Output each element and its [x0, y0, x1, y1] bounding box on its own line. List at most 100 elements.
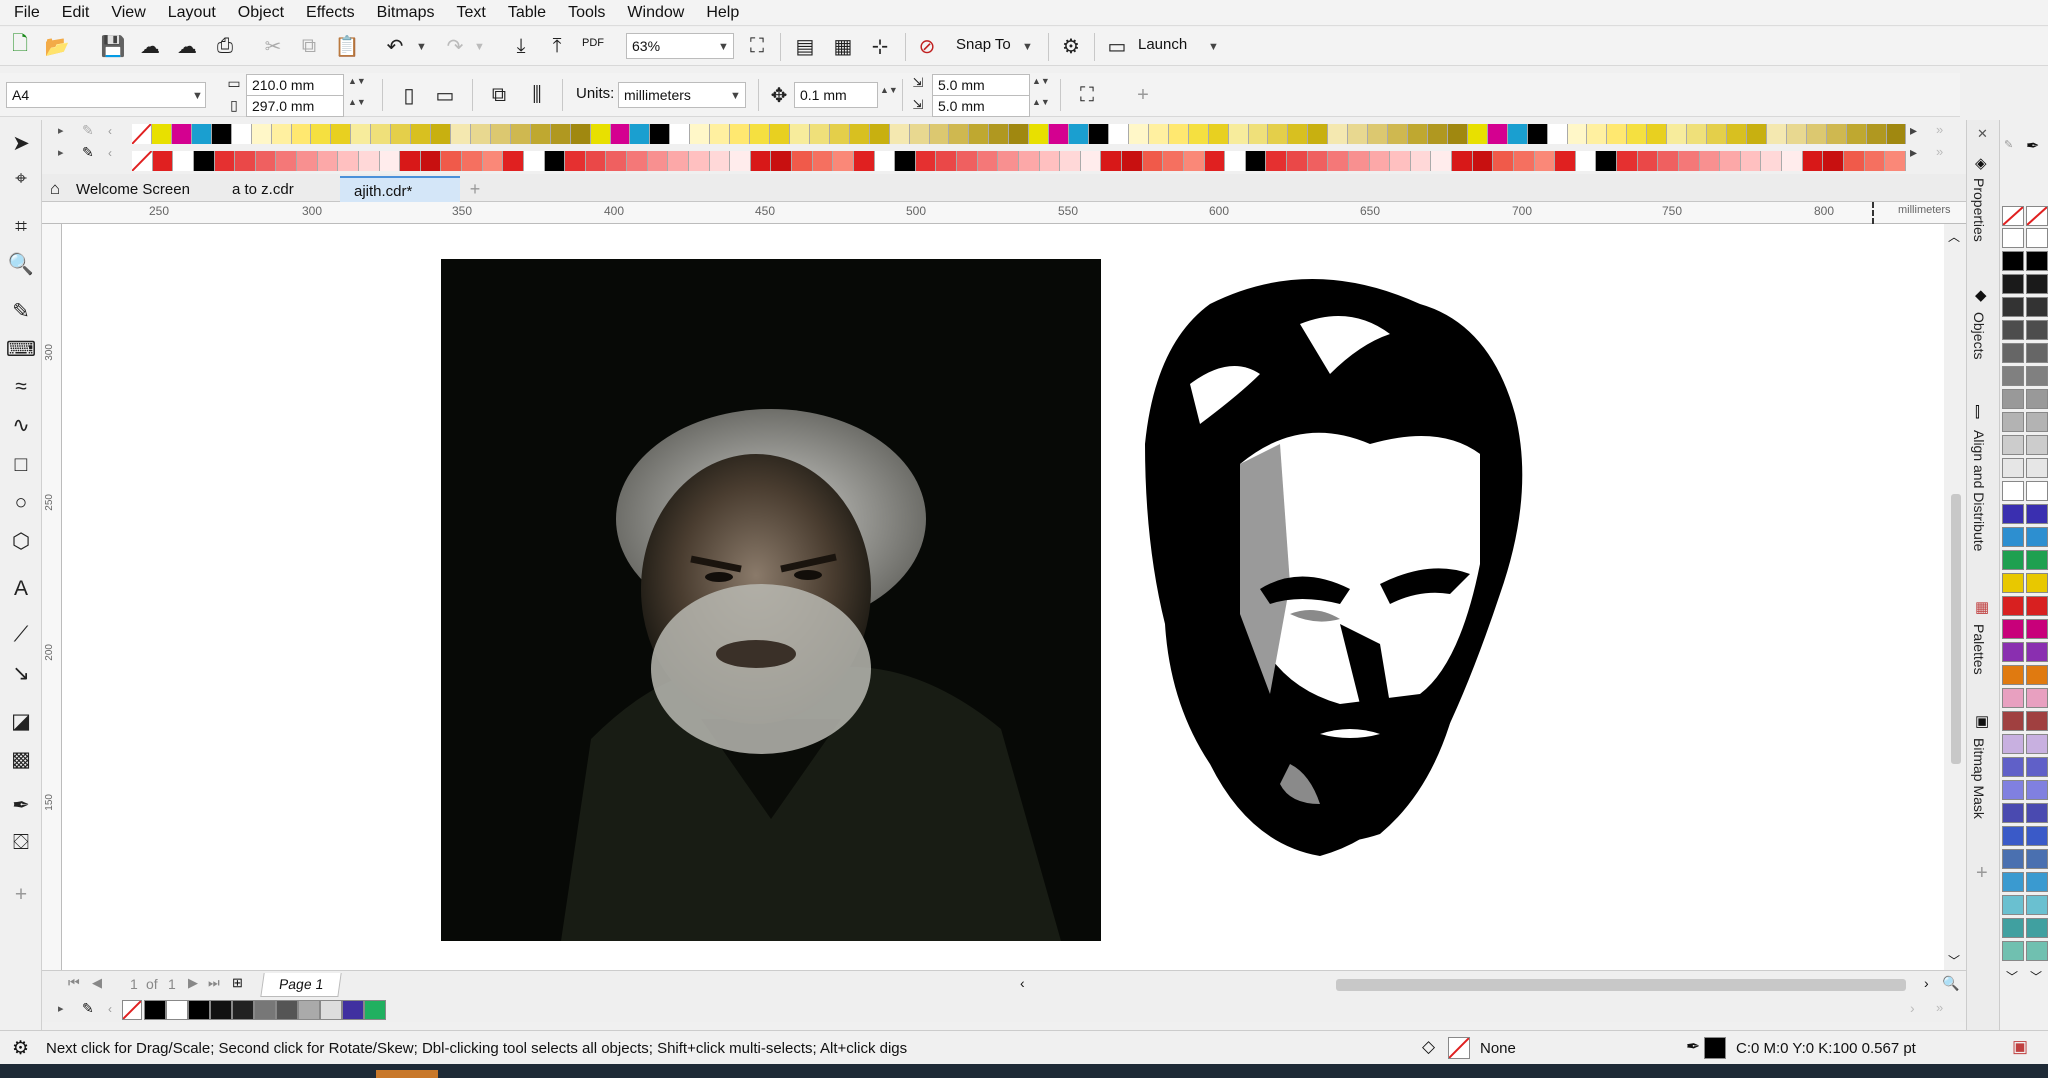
palette-swatch[interactable] [570, 124, 591, 144]
right-palette-swatch[interactable] [2002, 527, 2024, 547]
palette-swatch[interactable] [1308, 124, 1329, 144]
fill-color-swatch[interactable] [1448, 1037, 1470, 1059]
document-palette-swatch[interactable] [232, 1000, 254, 1020]
palette-swatch[interactable] [400, 151, 421, 171]
palette-swatch[interactable] [1467, 124, 1488, 144]
palette-swatch[interactable] [297, 151, 318, 171]
palette-swatch[interactable] [606, 151, 627, 171]
duplicate-x-field[interactable]: 5.0 mm [932, 74, 1030, 96]
edit-bleed-icon[interactable]: ⛶ [1072, 80, 1102, 110]
width-spinner-icon[interactable]: ▲▼ [348, 76, 366, 86]
palette-swatch[interactable] [1513, 151, 1535, 171]
palette-swatch[interactable] [750, 151, 772, 171]
menu-table[interactable]: Table [500, 4, 560, 22]
right-palette-swatch[interactable] [2002, 389, 2024, 409]
red-color-palette[interactable] [131, 150, 1906, 172]
right-palette-swatch[interactable] [2002, 343, 2024, 363]
palette-swatch[interactable] [1060, 151, 1081, 171]
new-document-icon[interactable]: 🗋 [5, 31, 35, 61]
palette-swatch[interactable] [251, 124, 272, 144]
palette-swatch[interactable] [829, 124, 850, 144]
right-palette-swatch[interactable] [2026, 872, 2048, 892]
right-palette-swatch[interactable] [2002, 826, 2024, 846]
palette-swatch[interactable] [1101, 151, 1122, 171]
right-palette-swatch[interactable] [2002, 757, 2024, 777]
palette-swatch[interactable] [895, 151, 916, 171]
docpal-scroll-right-icon[interactable]: › [1910, 1000, 1915, 1016]
hscroll-right-icon[interactable]: › [1924, 975, 1929, 991]
palette-swatch[interactable] [1168, 124, 1189, 144]
add-icon[interactable]: + [1128, 80, 1158, 110]
palette-swatch[interactable] [690, 124, 711, 144]
docker-tab-objects[interactable]: Objects [1971, 312, 1987, 359]
palette-swatch[interactable] [510, 124, 531, 144]
palette-swatch[interactable] [1122, 151, 1143, 171]
palette-swatch[interactable] [630, 124, 651, 144]
palette-swatch[interactable] [792, 151, 813, 171]
palette-swatch[interactable] [585, 151, 607, 171]
right-palette-swatch[interactable] [2026, 941, 2048, 961]
palette-swatch[interactable] [789, 124, 810, 144]
duplicate-y-field[interactable]: 5.0 mm [932, 95, 1030, 117]
palette-swatch[interactable] [214, 151, 236, 171]
snap-off-icon[interactable]: ⊘ [912, 31, 942, 61]
palette-expand-icon[interactable]: ▸ [58, 124, 64, 137]
palette-swatch[interactable] [949, 124, 970, 144]
palette-swatch[interactable] [1782, 151, 1803, 171]
interactive-fill-icon[interactable]: ⛋ [6, 828, 36, 858]
palette-swatch[interactable] [1647, 124, 1668, 144]
palette-swatch[interactable] [1163, 151, 1184, 171]
palette-swatch[interactable] [1390, 151, 1411, 171]
palette-swatch[interactable] [1627, 124, 1648, 144]
units-select[interactable]: millimeters [618, 82, 746, 108]
palette2-more-icon[interactable]: » [1936, 144, 1943, 159]
right-palette-swatch[interactable] [2002, 688, 2024, 708]
crop-tool-icon[interactable]: ⌗ [6, 212, 36, 242]
palette-swatch[interactable] [1678, 151, 1700, 171]
palette-swatch[interactable] [1886, 124, 1907, 144]
docpal-scroll-left-icon[interactable]: ‹ [108, 1002, 112, 1016]
palette-swatch[interactable] [929, 124, 950, 144]
right-palette-swatch[interactable] [2026, 343, 2048, 363]
document-palette-swatch[interactable] [342, 1000, 364, 1020]
docpal-expand-icon[interactable]: ▸ [58, 1002, 64, 1015]
current-page-icon[interactable]: ⫼ [522, 80, 552, 110]
menu-view[interactable]: View [103, 4, 159, 22]
palette-swatch[interactable] [1487, 124, 1508, 144]
palette-scroll-right-icon[interactable]: ▸ [1910, 122, 1917, 139]
right-palette-swatch[interactable] [2026, 297, 2048, 317]
palette-swatch[interactable] [1687, 124, 1708, 144]
palette-swatch[interactable] [1447, 124, 1468, 144]
palette-swatch[interactable] [1148, 124, 1169, 144]
palette-swatch[interactable] [1108, 124, 1129, 144]
palette-swatch[interactable] [969, 124, 990, 144]
palette-swatch[interactable] [331, 124, 352, 144]
palette-swatch[interactable] [291, 124, 312, 144]
right-palette-swatch[interactable] [2002, 711, 2024, 731]
right-palette-swatch[interactable] [2002, 412, 2024, 432]
show-rulers-icon[interactable]: ▤ [790, 31, 820, 61]
palette-swatch[interactable] [1493, 151, 1514, 171]
palette-swatch[interactable] [812, 151, 834, 171]
palette-swatch[interactable] [1452, 151, 1473, 171]
page-width-field[interactable]: 210.0 mm [246, 74, 344, 96]
dup-x-spinner-icon[interactable]: ▲▼ [1032, 76, 1050, 86]
right-palette-swatch[interactable] [2002, 895, 2024, 915]
palette-swatch[interactable] [730, 124, 751, 144]
palette-swatch[interactable] [1555, 151, 1576, 171]
right-palette-swatch[interactable] [2026, 826, 2048, 846]
palette-swatch[interactable] [977, 151, 999, 171]
dimension-tool-icon[interactable]: ⟋ [6, 620, 36, 650]
palette-swatch[interactable] [1431, 151, 1452, 171]
show-guides-icon[interactable]: ⊹ [865, 31, 895, 61]
right-palette-swatch[interactable] [2026, 780, 2048, 800]
right-palette-swatch[interactable] [2002, 458, 2024, 478]
smart-drawing-icon[interactable]: ≈ [6, 372, 36, 402]
palette-swatch[interactable] [1228, 124, 1249, 144]
page-size-dropdown-icon[interactable]: ▼ [192, 90, 203, 102]
launch-label[interactable]: Launch [1138, 36, 1187, 53]
document-palette-swatch[interactable] [276, 1000, 298, 1020]
right-palette-swatch[interactable] [2026, 251, 2048, 271]
palette-swatch[interactable] [1188, 124, 1209, 144]
palette-swatch[interactable] [1225, 151, 1246, 171]
